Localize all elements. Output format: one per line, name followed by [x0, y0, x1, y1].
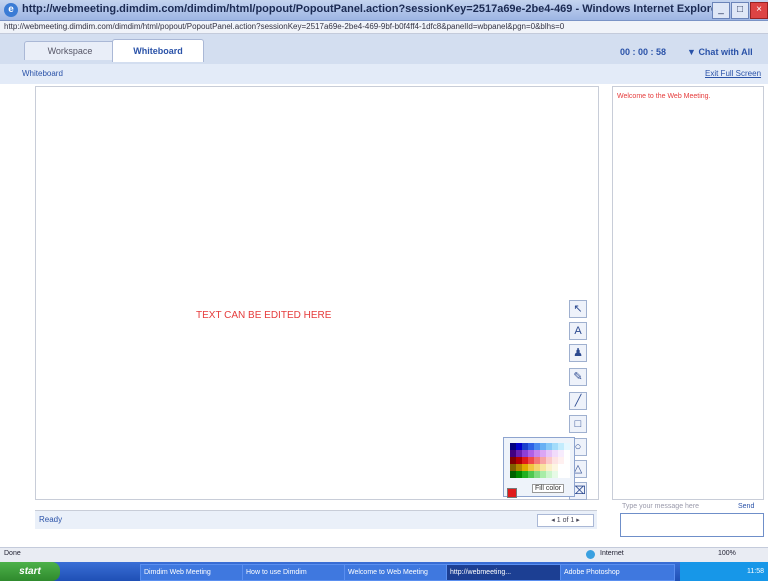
status-text: Ready — [39, 515, 63, 524]
line-icon[interactable]: ╱ — [569, 392, 587, 410]
chat-pane: Welcome to the Web Meeting. — [612, 86, 764, 500]
pointer-icon[interactable]: ↖ — [569, 300, 587, 318]
next-page-icon[interactable]: ▸ — [574, 517, 580, 524]
rectangle-icon[interactable]: □ — [569, 415, 587, 433]
color-swatch[interactable] — [564, 450, 570, 457]
whiteboard-footer: Ready ◂ 1 of 1 ▸ — [35, 510, 597, 529]
chat-with-dropdown[interactable]: ▼ Chat with All — [687, 47, 753, 57]
chat-input[interactable] — [620, 513, 764, 537]
send-button[interactable]: Send — [738, 503, 754, 510]
zoom-level[interactable]: 100% — [718, 550, 736, 557]
stamp-icon[interactable]: ♟ — [569, 344, 587, 362]
taskbar-item[interactable]: How to use Dimdim — [242, 564, 345, 581]
color-swatch[interactable] — [564, 471, 570, 478]
color-swatch-grid[interactable] — [510, 443, 570, 478]
selected-color-swatch[interactable] — [507, 488, 517, 498]
meeting-tab-bar: Workspace Whiteboard 00 : 00 : 58 ▼ Chat… — [0, 34, 768, 64]
address-bar[interactable]: http://webmeeting.dimdim.com/dimdim/html… — [0, 21, 768, 34]
color-swatch[interactable] — [564, 464, 570, 471]
tab-whiteboard[interactable]: Whiteboard — [112, 39, 204, 62]
minimize-button[interactable]: _ — [712, 2, 730, 19]
internet-explorer-icon: e — [4, 3, 18, 17]
color-swatch[interactable] — [564, 443, 570, 450]
whiteboard-text[interactable]: TEXT CAN BE EDITED HERE — [196, 310, 331, 321]
taskbar-item[interactable]: Adobe Photoshop — [560, 564, 675, 581]
meeting-timer: 00 : 00 : 58 — [620, 47, 667, 57]
system-tray-clock: 11:58 — [680, 562, 768, 581]
taskbar-item[interactable]: Welcome to Web Meeting — [344, 564, 447, 581]
pencil-icon[interactable]: ✎ — [569, 368, 587, 386]
taskbar-item[interactable]: http://webmeeting... — [446, 564, 561, 581]
color-swatch[interactable] — [564, 457, 570, 464]
windows-taskbar: start Dimdim Web Meeting How to use Dimd… — [0, 562, 768, 581]
maximize-button[interactable]: □ — [731, 2, 749, 19]
text-tool-icon[interactable]: A — [569, 322, 587, 340]
chat-welcome-message: Welcome to the Web Meeting. — [617, 93, 711, 100]
tab-workspace[interactable]: Workspace — [24, 41, 116, 60]
sub-header: Whiteboard Exit Full Screen — [0, 64, 768, 84]
browser-status-bar: Done Internet 100% — [0, 547, 768, 562]
chevron-down-icon: ▼ — [687, 47, 696, 57]
browser-title-bar: e http://webmeeting.dimdim.com/dimdim/ht… — [0, 0, 768, 21]
chat-with-label: Chat with All — [698, 47, 753, 57]
security-zone: Internet — [600, 550, 624, 557]
page-indicator: 1 of 1 — [556, 517, 575, 524]
status-done: Done — [4, 550, 21, 557]
tooltip: Fill color — [532, 484, 565, 493]
exit-fullscreen-link[interactable]: Exit Full Screen — [705, 69, 761, 78]
globe-icon — [586, 550, 595, 559]
address-url[interactable]: http://webmeeting.dimdim.com/dimdim/html… — [4, 22, 564, 31]
start-button[interactable]: start — [0, 562, 60, 581]
window-title: http://webmeeting.dimdim.com/dimdim/html… — [22, 3, 722, 15]
panel-title: Whiteboard — [22, 69, 63, 78]
page-navigator[interactable]: ◂ 1 of 1 ▸ — [537, 514, 594, 527]
chat-input-hint: Type your message here — [622, 503, 700, 510]
taskbar-item[interactable]: Dimdim Web Meeting — [140, 564, 243, 581]
close-button[interactable]: × — [750, 2, 768, 19]
